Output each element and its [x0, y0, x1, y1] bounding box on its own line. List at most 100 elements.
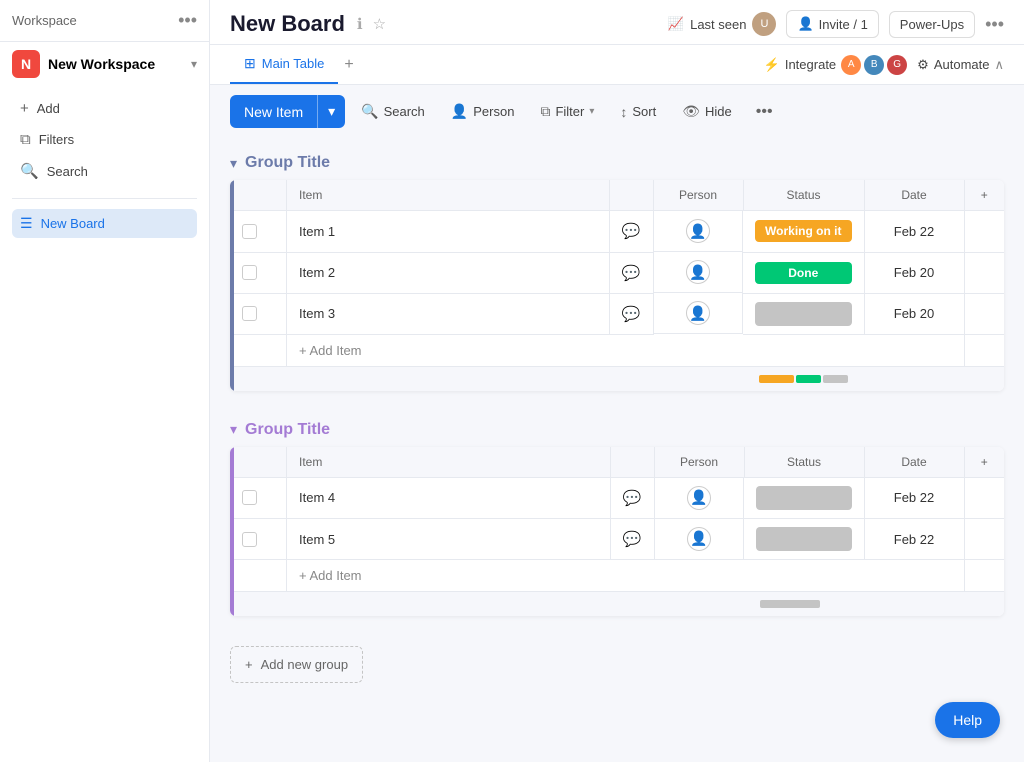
person-avatar[interactable]: 👤 — [686, 219, 710, 243]
collapse-icon[interactable]: ∧ — [994, 57, 1004, 73]
invite-button[interactable]: 👤 Invite / 1 — [786, 10, 878, 38]
row-5-name[interactable]: Item 5 — [287, 519, 611, 560]
add-new-group-button[interactable]: + Add new group — [230, 646, 363, 683]
row-4-name[interactable]: Item 4 — [287, 477, 611, 519]
group-2-header-row: Item Person Status Date — [232, 447, 1004, 478]
sidebar-item-new-board[interactable]: ☰ New Board — [12, 209, 197, 238]
row-3-name[interactable]: Item 3 — [287, 293, 610, 334]
group-1-date-header: Date — [864, 180, 964, 211]
help-button[interactable]: Help — [935, 702, 1000, 738]
add-item-label-2[interactable]: + Add Item — [287, 560, 965, 592]
group-2-header[interactable]: ▾ Group Title — [230, 421, 1004, 439]
sidebar-workspace-selector[interactable]: N New Workspace ▾ — [0, 42, 209, 86]
message-icon[interactable]: 💬 — [622, 223, 641, 240]
row-3-check[interactable] — [232, 293, 287, 334]
row-3-person[interactable]: 👤 — [654, 293, 744, 334]
row-2-name[interactable]: Item 2 — [287, 252, 610, 293]
status-badge-done[interactable]: Done — [755, 262, 852, 284]
row-1-person[interactable]: 👤 — [654, 211, 744, 252]
row-5-person[interactable]: 👤 — [655, 519, 745, 560]
group-1-header[interactable]: ▾ Group Title — [230, 154, 1004, 172]
automate-button[interactable]: ⚙ Automate ∧ — [917, 57, 1004, 73]
sidebar-action-search[interactable]: 🔍 Search — [12, 156, 197, 186]
sidebar: Workspace ••• N New Workspace ▾ + Add ⧉ … — [0, 0, 210, 762]
new-item-button[interactable]: New Item ▾ — [230, 95, 345, 128]
add-item-label[interactable]: + Add Item — [287, 334, 965, 366]
hide-button[interactable]: 👁 Hide — [672, 97, 742, 126]
message-icon[interactable]: 💬 — [623, 490, 642, 507]
row-2-msg[interactable]: 💬 — [609, 252, 653, 293]
row-5-status[interactable] — [744, 519, 864, 560]
toolbar-more-icon[interactable]: ••• — [748, 97, 781, 127]
group-1-title[interactable]: Group Title — [245, 154, 330, 172]
row-2-status[interactable]: Done — [743, 252, 864, 293]
star-icon[interactable]: ☆ — [371, 13, 388, 35]
row-1-msg[interactable]: 💬 — [609, 211, 653, 253]
status-bar-row-2 — [232, 592, 1004, 617]
group-2-add-col-header[interactable]: + — [964, 447, 1004, 478]
invite-label: Invite / 1 — [819, 17, 868, 32]
status-badge-empty[interactable] — [755, 302, 852, 326]
row-3-msg[interactable]: 💬 — [609, 293, 653, 334]
tabs-add-button[interactable]: + — [338, 50, 359, 80]
sidebar-action-filters[interactable]: ⧉ Filters — [12, 125, 197, 154]
sidebar-header: Workspace ••• — [0, 0, 209, 42]
status-badge-empty[interactable] — [756, 527, 852, 551]
row-4-check[interactable] — [232, 477, 287, 519]
row-2-check[interactable] — [232, 252, 287, 293]
person-avatar[interactable]: 👤 — [687, 486, 711, 510]
sidebar-action-filters-label: Filters — [39, 132, 74, 147]
checkbox-1[interactable] — [242, 224, 257, 239]
checkbox-2[interactable] — [242, 265, 257, 280]
row-5-check[interactable] — [232, 519, 287, 560]
status-bar-row — [232, 366, 1004, 391]
message-icon[interactable]: 💬 — [622, 265, 641, 282]
row-1-status[interactable]: Working on it — [743, 211, 864, 253]
integrate-label: Integrate — [785, 57, 836, 72]
row-1-name[interactable]: Item 1 — [287, 211, 610, 253]
person-toolbar-icon: 👤 — [451, 103, 468, 120]
status-bar-container-2 — [752, 596, 856, 612]
integrate-icons: A B G — [841, 55, 907, 75]
add-item-row-2[interactable]: + Add Item — [232, 560, 1004, 592]
row-4-msg[interactable]: 💬 — [610, 477, 654, 519]
group-1-add-col-header[interactable]: + — [964, 180, 1004, 211]
row-3-status[interactable] — [743, 293, 864, 334]
checkbox-5[interactable] — [242, 532, 257, 547]
sort-button[interactable]: ↕ Sort — [610, 98, 666, 126]
filter-dropdown-icon: ▾ — [589, 106, 594, 117]
status-badge-working[interactable]: Working on it — [755, 220, 852, 242]
group-1-item-header: Item — [287, 180, 610, 211]
group-2-title[interactable]: Group Title — [245, 421, 330, 439]
status-badge-empty[interactable] — [756, 486, 852, 510]
row-4-status[interactable] — [744, 477, 864, 519]
checkbox-3[interactable] — [242, 306, 257, 321]
table-row: Item 4 💬 👤 Feb 22 — [232, 477, 1004, 519]
add-item-row[interactable]: + Add Item — [232, 334, 1004, 366]
sidebar-dots-icon[interactable]: ••• — [178, 10, 197, 31]
powerups-button[interactable]: Power-Ups — [889, 11, 975, 38]
person-avatar[interactable]: 👤 — [686, 260, 710, 284]
row-2-person[interactable]: 👤 — [654, 252, 744, 293]
person-button[interactable]: 👤 Person — [441, 97, 525, 126]
info-icon[interactable]: ℹ — [355, 13, 365, 35]
checkbox-4[interactable] — [242, 490, 257, 505]
message-icon[interactable]: 💬 — [622, 306, 641, 323]
sidebar-action-add[interactable]: + Add — [12, 94, 197, 123]
message-icon[interactable]: 💬 — [623, 531, 642, 548]
search-icon: 🔍 — [20, 162, 39, 180]
row-4-person[interactable]: 👤 — [655, 478, 745, 519]
topbar-more-icon[interactable]: ••• — [985, 14, 1004, 35]
group-2-table-wrapper: Item Person Status Date — [230, 447, 1004, 617]
row-5-msg[interactable]: 💬 — [610, 519, 654, 560]
group-2-date-header: Date — [864, 447, 964, 478]
integrate-button[interactable]: ⚡ Integrate A B G — [764, 55, 908, 75]
row-1-check[interactable] — [232, 211, 287, 253]
new-item-dropdown-icon[interactable]: ▾ — [317, 95, 345, 128]
search-button[interactable]: 🔍 Search — [351, 97, 435, 126]
tab-main-table[interactable]: ⊞ Main Table — [230, 45, 338, 84]
filter-button[interactable]: ⧉ Filter ▾ — [530, 97, 604, 126]
person-avatar[interactable]: 👤 — [686, 301, 710, 325]
person-avatar[interactable]: 👤 — [687, 527, 711, 551]
row-3-date: Feb 20 — [864, 293, 964, 334]
